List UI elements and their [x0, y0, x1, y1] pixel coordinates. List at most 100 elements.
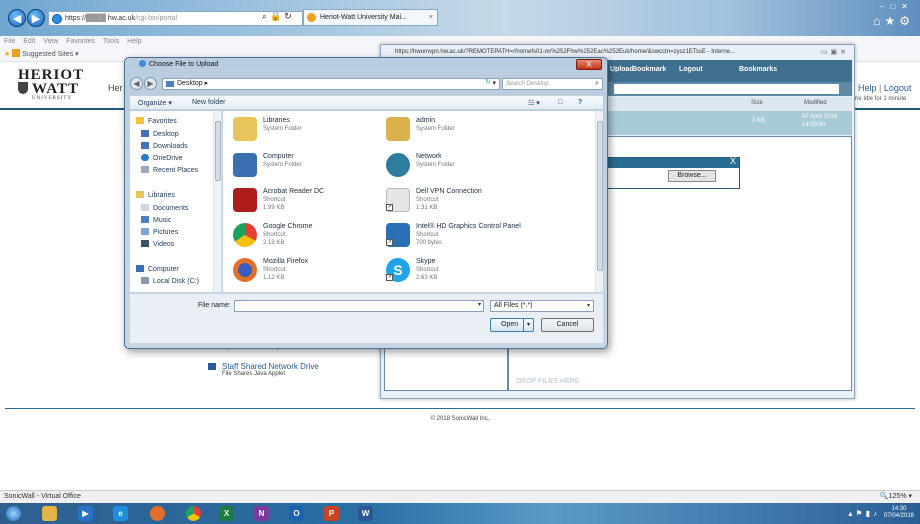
- menu-edit[interactable]: Edit: [23, 38, 35, 45]
- nav-videos[interactable]: Videos: [141, 240, 174, 248]
- zoom-level[interactable]: 🔍125% ▾: [880, 491, 912, 503]
- excel-icon[interactable]: X: [219, 506, 234, 521]
- search-icon[interactable]: ⌕: [595, 79, 599, 89]
- browser-tab[interactable]: Heriot-Watt University Mai... ×: [303, 9, 438, 26]
- dialog-forward-button[interactable]: ▶: [144, 77, 157, 90]
- dialog-close-button[interactable]: X: [576, 59, 602, 70]
- chevron-down-icon[interactable]: ▾: [492, 79, 496, 89]
- file-window-controls[interactable]: ▭▣✕: [821, 46, 849, 60]
- refresh-icon[interactable]: ↻: [284, 11, 295, 21]
- nav-bookmarks[interactable]: Bookmarks: [739, 66, 777, 73]
- file-item-firefox[interactable]: Mozilla Firefox Shortcut 1.12 KB: [233, 256, 403, 290]
- staff-drive-title[interactable]: Staff Shared Network Drive: [222, 362, 319, 371]
- browser-toolbar-icons[interactable]: ⌂★⚙: [873, 14, 914, 28]
- close-icon[interactable]: ✕: [901, 2, 914, 11]
- dialog-breadcrumb[interactable]: Desktop ▸ ▾: [162, 78, 500, 90]
- menu-tools[interactable]: Tools: [103, 38, 119, 45]
- dialog-back-button[interactable]: ◀: [130, 77, 143, 90]
- staff-drive-bookmark[interactable]: Staff Shared Network Drive File Shares J…: [208, 362, 319, 377]
- chrome-icon[interactable]: [186, 506, 201, 521]
- search-desktop-input[interactable]: Search Desktop ⌕: [502, 78, 603, 90]
- preview-pane-icon[interactable]: □: [558, 99, 562, 106]
- col-modified[interactable]: Modified: [804, 100, 827, 106]
- file-item-acrobat[interactable]: Acrobat Reader DC Shortcut 1.99 KB: [233, 186, 403, 220]
- file-name-input[interactable]: ▾: [234, 300, 484, 312]
- chevron-down-icon[interactable]: ▾: [478, 301, 481, 308]
- suggested-sites-link[interactable]: Suggested Sites ▾: [22, 51, 78, 58]
- internet-explorer-icon[interactable]: e: [113, 506, 128, 521]
- file-item-skype[interactable]: S ↗ Skype Shortcut 2.63 KB: [386, 256, 556, 290]
- menu-favorites[interactable]: Favorites: [66, 38, 95, 45]
- file-item-computer[interactable]: Computer System Folder: [233, 151, 403, 185]
- start-button-icon[interactable]: [6, 506, 21, 521]
- word-icon[interactable]: W: [358, 506, 373, 521]
- menu-help[interactable]: Help: [127, 38, 141, 45]
- settings-gear-icon[interactable]: ⚙: [899, 14, 914, 28]
- nav-recent-places[interactable]: Recent Places: [141, 166, 198, 174]
- file-type-select[interactable]: All Files (*.*) ▾: [490, 300, 594, 312]
- favorites-star-icon[interactable]: ★: [4, 51, 10, 58]
- file-item-dell-vpn[interactable]: ↗ Dell VPN Connection Shortcut 1.31 KB: [386, 186, 556, 220]
- file-explorer-icon[interactable]: [42, 506, 57, 521]
- minimize-icon[interactable]: –: [880, 2, 890, 11]
- help-icon[interactable]: ?: [578, 99, 582, 106]
- menu-file[interactable]: File: [4, 38, 15, 45]
- minimize-icon[interactable]: ▭: [821, 49, 831, 56]
- nav-music[interactable]: Music: [141, 216, 171, 224]
- browse-button[interactable]: Browse...: [668, 170, 716, 182]
- media-player-icon[interactable]: ▶: [78, 506, 93, 521]
- scrollbar-thumb[interactable]: [215, 121, 221, 181]
- outlook-icon[interactable]: O: [289, 506, 304, 521]
- window-controls[interactable]: –□✕: [880, 2, 914, 11]
- nav-favorites[interactable]: Favorites: [136, 117, 177, 125]
- nav-documents[interactable]: Documents: [141, 204, 188, 212]
- file-item-libraries[interactable]: Libraries System Folder: [233, 115, 403, 149]
- organize-button[interactable]: Organize ▾: [138, 99, 172, 107]
- nav-libraries[interactable]: Libraries: [136, 191, 175, 199]
- file-item-admin[interactable]: admin System Folder: [386, 115, 556, 149]
- logout-link[interactable]: Logout: [884, 83, 912, 93]
- open-button[interactable]: Open ▾: [490, 318, 534, 332]
- menu-view[interactable]: View: [43, 38, 58, 45]
- help-link[interactable]: Help: [858, 83, 877, 93]
- search-icon[interactable]: ⌕: [262, 11, 270, 21]
- file-path-input[interactable]: [614, 84, 839, 94]
- nav-local-disk[interactable]: Local Disk (C:): [141, 277, 199, 285]
- cancel-button[interactable]: Cancel: [541, 318, 594, 332]
- back-button[interactable]: ◀: [8, 9, 26, 27]
- onenote-icon[interactable]: N: [254, 506, 269, 521]
- taskbar-clock[interactable]: 14:30 07/04/2018: [882, 506, 916, 520]
- forward-button[interactable]: ▶: [27, 9, 45, 27]
- nav-logout[interactable]: Logout: [679, 66, 703, 73]
- nav-downloads[interactable]: Downloads: [141, 142, 188, 150]
- new-folder-button[interactable]: New folder: [192, 99, 225, 106]
- home-icon[interactable]: ⌂: [873, 14, 884, 28]
- col-size[interactable]: Size: [751, 100, 763, 106]
- address-tools[interactable]: ⌕🔒↻: [262, 11, 295, 22]
- maximize-icon[interactable]: □: [890, 2, 901, 11]
- breadcrumb-desktop[interactable]: Desktop ▸: [177, 80, 208, 87]
- open-split-dropdown[interactable]: ▾: [523, 319, 533, 331]
- nav-computer[interactable]: Computer: [136, 265, 179, 273]
- maximize-icon[interactable]: ▣: [831, 49, 841, 56]
- view-options-icon[interactable]: ☷ ▾: [528, 99, 540, 107]
- nav-upload[interactable]: Upload: [610, 66, 634, 73]
- drop-files-zone[interactable]: DROP FILES HERE: [516, 378, 579, 385]
- system-tray[interactable]: ▴⚑▮♪: [848, 509, 880, 518]
- network-icon[interactable]: ▮: [866, 509, 873, 518]
- file-list-scrollbar[interactable]: [595, 111, 603, 292]
- chevron-down-icon[interactable]: ▾: [587, 301, 590, 311]
- nav-pictures[interactable]: Pictures: [141, 228, 178, 236]
- nav-pane-scrollbar[interactable]: [213, 111, 221, 292]
- flag-icon[interactable]: ⚑: [855, 509, 865, 518]
- file-item-intel[interactable]: ↗ Intel® HD Graphics Control Panel Short…: [386, 221, 556, 255]
- firefox-icon[interactable]: [150, 506, 165, 521]
- volume-icon[interactable]: ♪: [873, 509, 880, 518]
- refresh-icon[interactable]: ↻: [485, 78, 491, 86]
- powerpoint-icon[interactable]: P: [324, 506, 339, 521]
- tab-close-icon[interactable]: ×: [429, 10, 433, 25]
- scrollbar-thumb[interactable]: [597, 121, 603, 271]
- file-item-chrome[interactable]: Google Chrome Shortcut 2.13 KB: [233, 221, 403, 255]
- nav-onedrive[interactable]: OneDrive: [141, 154, 183, 162]
- upload-close-icon[interactable]: X: [730, 156, 736, 166]
